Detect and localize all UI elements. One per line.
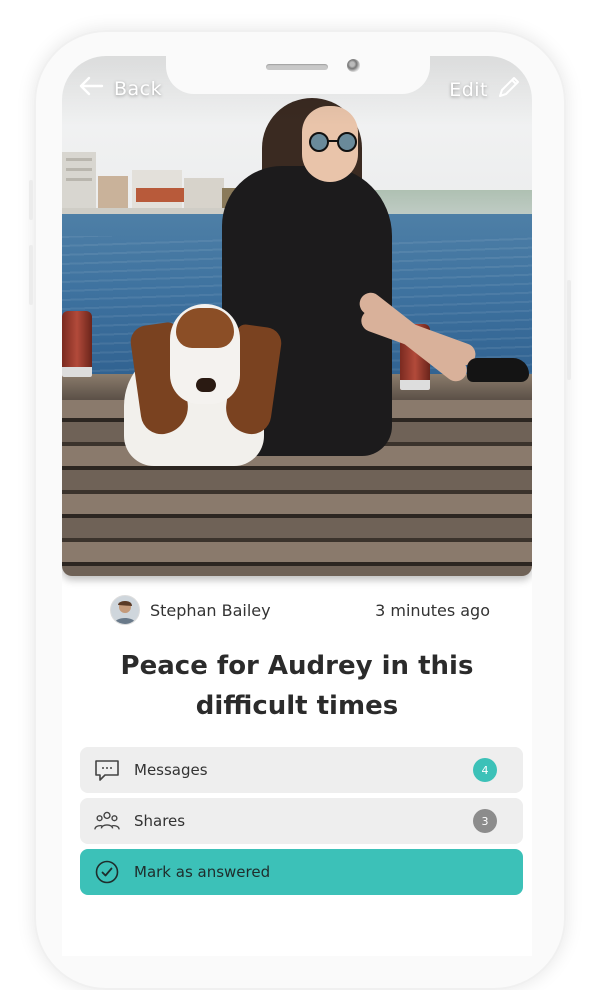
shares-label: Shares — [134, 812, 186, 830]
messages-button[interactable]: Messages 4 — [80, 747, 523, 793]
mark-as-answered-label: Mark as answered — [134, 863, 271, 881]
mark-as-answered-button[interactable]: Mark as answered — [80, 849, 523, 895]
pencil-icon — [496, 74, 522, 105]
back-button[interactable]: Back — [78, 76, 162, 101]
side-button-right — [567, 280, 571, 380]
avatar[interactable] — [110, 595, 140, 625]
back-label: Back — [114, 77, 163, 100]
shares-count-badge: 3 — [473, 809, 497, 833]
speaker-grille — [266, 64, 328, 70]
check-circle-icon — [94, 859, 120, 885]
author-row: Stephan Bailey 3 minutes ago — [110, 594, 490, 626]
people-group-icon — [94, 808, 120, 834]
shares-button[interactable]: Shares 3 — [80, 798, 523, 844]
arrow-left-icon — [78, 76, 104, 101]
messages-label: Messages — [134, 761, 208, 779]
side-button-left — [29, 180, 33, 220]
author-name[interactable]: Stephan Bailey — [150, 601, 271, 620]
chat-bubble-icon — [94, 757, 120, 783]
phone-notch — [166, 52, 430, 94]
edit-button[interactable]: Edit — [449, 74, 522, 105]
post-title: Peace for Audrey in this difficult times — [120, 651, 474, 721]
post-timestamp: 3 minutes ago — [375, 600, 490, 620]
post-photo — [62, 56, 532, 576]
side-button-left-2 — [29, 245, 33, 305]
messages-count-badge: 4 — [473, 758, 497, 782]
front-camera — [347, 59, 360, 72]
edit-label: Edit — [449, 78, 488, 101]
screen: Back Edit Stephan Bailey 3 minutes ago P… — [62, 56, 532, 956]
